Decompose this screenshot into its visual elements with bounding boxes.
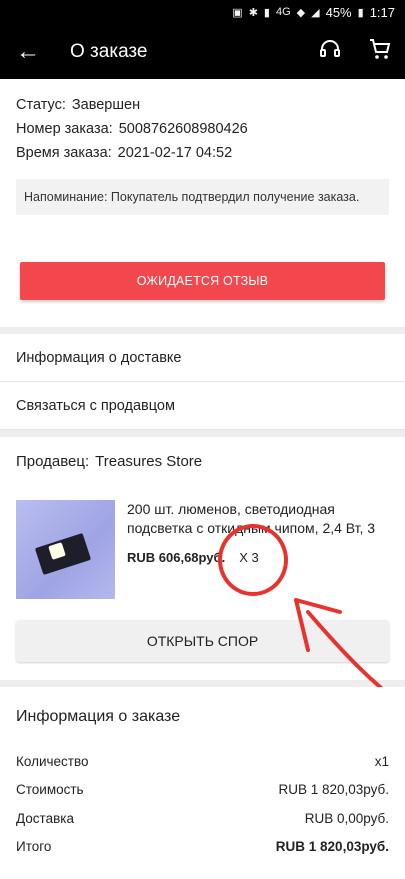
cart-icon[interactable]: [355, 37, 405, 67]
notification-icon: ▣: [232, 6, 243, 19]
shipping-label: Доставка: [16, 810, 74, 826]
links-section: Информация о доставке Связаться с продав…: [0, 334, 405, 430]
order-number-value: 5008762608980426: [118, 121, 248, 137]
order-time-row: Время заказа: 2021-02-17 04:52: [16, 141, 389, 165]
open-dispute-button[interactable]: ОТКРЫТЬ СПОР: [16, 620, 389, 662]
quantity-label: Количество: [16, 753, 89, 769]
clock: 1:17: [369, 4, 395, 20]
order-info-section: Информация о заказе Количество x1 Стоимо…: [0, 687, 405, 879]
annotation-circle: [218, 524, 288, 596]
app-bar: ← О заказе: [0, 24, 405, 79]
status-row: Статус: Завершен: [16, 93, 389, 117]
wifi-icon: ◆: [296, 6, 306, 19]
product-image[interactable]: [16, 500, 115, 599]
status-bar: ▣ ✱ ▮ 4G ◆ ◢ 45% ▮ 1:17: [0, 0, 405, 24]
status-value: Завершен: [71, 97, 141, 113]
order-number-label: Номер заказа:: [16, 121, 113, 137]
support-headset-icon[interactable]: [305, 37, 355, 67]
battery-level: 45%: [325, 4, 352, 20]
delivery-info-link[interactable]: Информация о доставке: [0, 334, 405, 382]
order-info-row: Итого RUB 1 820,03руб.: [16, 833, 389, 862]
seller-header: Продавец: Treasures Store: [16, 437, 389, 485]
sim-icon: ▮: [263, 6, 270, 19]
awaiting-review-button[interactable]: ОЖИДАЕТСЯ ОТЗЫВ: [20, 262, 385, 300]
seller-label: Продавец:: [16, 452, 90, 470]
cost-value: RUB 1 820,03руб.: [278, 782, 389, 798]
total-label: Итого: [16, 839, 52, 855]
order-info-title: Информация о заказе: [16, 708, 181, 725]
battery-icon: ▮: [357, 6, 364, 19]
order-number-row: Номер заказа: 5008762608980426: [16, 117, 389, 141]
order-status-section: Статус: Завершен Номер заказа: 500876260…: [0, 79, 405, 327]
cost-label: Стоимость: [16, 782, 84, 798]
signal-icon: ◢: [311, 6, 320, 19]
product-item[interactable]: 200 шт. люменов, светодиодная подсветка …: [16, 500, 389, 600]
product-price: RUB 606,68руб.: [127, 550, 226, 565]
quantity-value: x1: [374, 753, 389, 769]
order-time-value: 2021-02-17 04:52: [117, 145, 233, 161]
network-label: 4G: [275, 6, 291, 18]
seller-name[interactable]: Treasures Store: [95, 453, 202, 470]
total-value: RUB 1 820,03руб.: [275, 839, 389, 855]
contact-seller-link[interactable]: Связаться с продавцом: [0, 382, 405, 430]
back-arrow-icon[interactable]: ←: [0, 38, 56, 66]
reminder-note: Напоминание: Покупатель подтвердил получ…: [16, 179, 389, 215]
bluetooth-icon: ✱: [248, 6, 258, 19]
shipping-value: RUB 0,00руб.: [304, 810, 389, 826]
order-time-label: Время заказа:: [16, 145, 112, 161]
page-title: О заказе: [70, 40, 148, 62]
order-info-row: Стоимость RUB 1 820,03руб.: [16, 776, 389, 805]
status-label: Статус:: [16, 97, 66, 113]
seller-section: Продавец: Treasures Store 200 шт. люмено…: [0, 437, 405, 680]
order-info-row: Доставка RUB 0,00руб.: [16, 804, 389, 833]
order-info-row: Количество x1: [16, 747, 389, 776]
